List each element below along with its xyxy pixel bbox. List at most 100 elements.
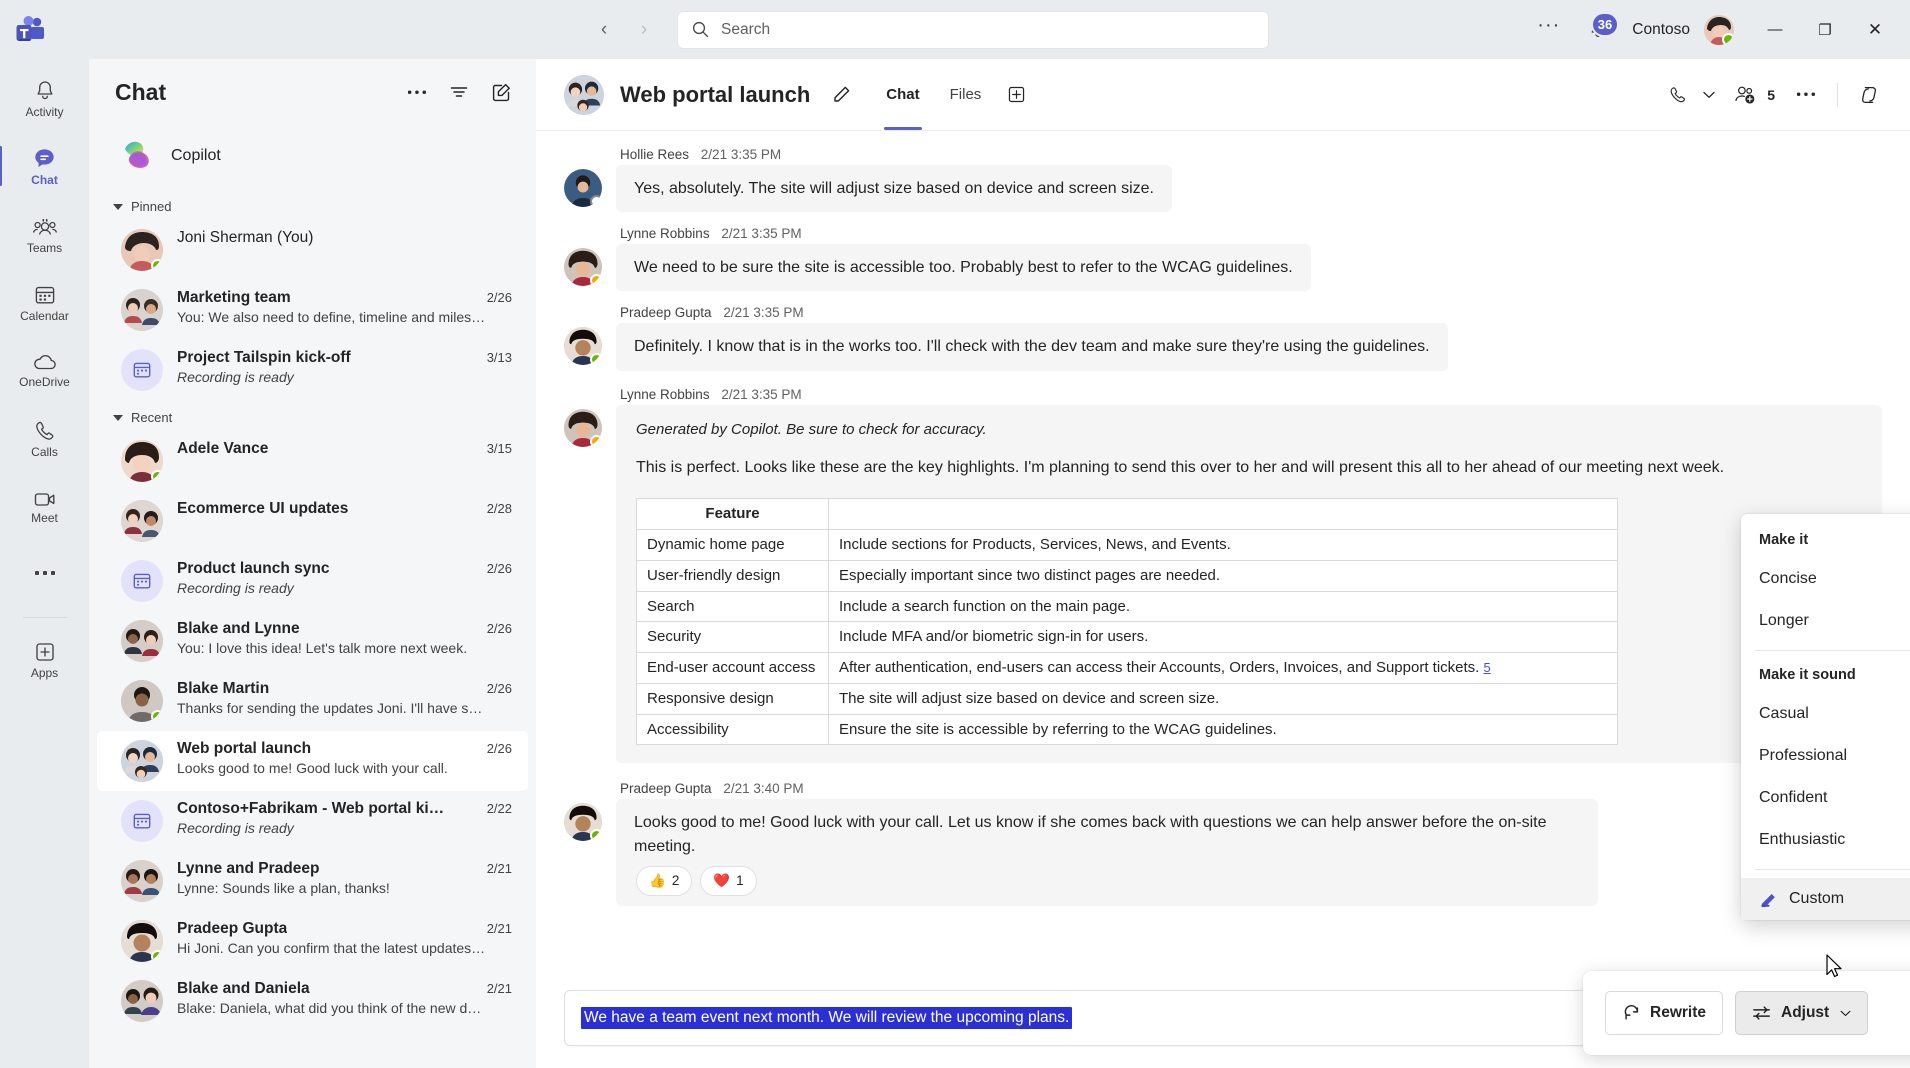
chat-list-item[interactable]: Contoso+Fabrikam - Web portal ki… 2/22 R… [97, 791, 528, 851]
message-bubble[interactable]: Yes, absolutely. The site will adjust si… [616, 165, 1172, 213]
presence-offline-icon [590, 195, 602, 207]
sidebar-item-chat[interactable]: Chat [0, 135, 81, 197]
menu-item-enthusiastic[interactable]: Enthusiastic [1741, 819, 1910, 861]
divider [1837, 82, 1838, 107]
sidebar-item-label: Calendar [20, 308, 69, 323]
bell-icon [37, 80, 52, 99]
back-button[interactable]: ‹ [589, 15, 619, 45]
message-list[interactable]: Hollie Rees 2/21 3:35 PM Yes, absolutely… [536, 131, 1910, 980]
reaction-count: 2 [671, 872, 680, 888]
more-options-icon[interactable] [400, 75, 434, 109]
message-bubble[interactable]: Definitely. I know that is in the works … [616, 323, 1448, 371]
forward-button[interactable]: › [629, 15, 659, 45]
chat-list-header: Chat [89, 59, 536, 125]
menu-item-professional[interactable]: Professional [1741, 735, 1910, 777]
add-people-icon[interactable] [1731, 78, 1761, 112]
copilot-icon[interactable] [1852, 78, 1886, 112]
table-cell: Accessibility [636, 713, 829, 746]
edit-pen-icon [1761, 894, 1775, 908]
chat-list-item-name: Blake and Lynne [177, 620, 300, 637]
tab-chat[interactable]: Chat [874, 59, 931, 130]
message-bubble[interactable]: Looks good to me! Good luck with your ca… [616, 799, 1598, 906]
pencil-icon[interactable] [824, 78, 858, 112]
reaction-thumbsup[interactable]: 👍 2 [636, 865, 693, 896]
sidebar-item-activity[interactable]: Activity [9, 67, 81, 129]
chat-list-item-name: Joni Sherman (You) [177, 229, 314, 246]
message-meta: Pradeep Gupta 2/21 3:40 PM [616, 781, 1882, 796]
sidebar-item-calls[interactable]: Calls [9, 407, 81, 469]
group-header-pinned[interactable]: Pinned [89, 189, 536, 220]
chat-list-item-body: Ecommerce UI updates 2/28 [177, 500, 512, 518]
chat-list-item[interactable]: Pradeep Gupta 2/21 Hi Joni. Can you conf… [97, 911, 528, 971]
menu-item-casual[interactable]: Casual [1741, 693, 1910, 735]
table-row: End-user account access After authentica… [636, 652, 1618, 684]
chat-list-item[interactable]: Ecommerce UI updates 2/28 [97, 491, 528, 551]
calendar-glyph [133, 362, 151, 378]
chat-list-item[interactable]: Marketing team 2/26 You: We also need to… [97, 280, 528, 340]
meeting-icon [121, 560, 163, 602]
add-tab-icon[interactable] [999, 78, 1033, 112]
chat-list-item-name: Web portal launch [177, 740, 312, 757]
sidebar-item-onedrive[interactable]: OneDrive [9, 339, 81, 401]
chat-list-scroll[interactable]: Copilot Pinned Joni Sherman (You) Market… [89, 125, 536, 1068]
chat-list-item-web-portal-launch[interactable]: Web portal launch 2/26 Looks good to me!… [97, 731, 528, 791]
adjust-button[interactable]: Adjust [1735, 991, 1869, 1035]
titlebar-overflow-button[interactable]: ··· [1523, 14, 1574, 45]
message-reactions: 👍 2 ❤️ 1 [634, 865, 1580, 896]
filter-icon[interactable] [442, 75, 476, 109]
table-cell: Search [636, 590, 829, 623]
chat-list-item[interactable]: Blake and Lynne 2/26 You: I love this id… [97, 611, 528, 671]
notifications-button[interactable]: 36 [1578, 10, 1620, 50]
sidebar-item-label: Teams [26, 240, 63, 255]
chevron-down-icon[interactable] [1699, 78, 1719, 112]
sidebar-item-teams[interactable]: Teams [9, 203, 81, 265]
user-avatar[interactable] [1704, 14, 1734, 45]
message: Lynne Robbins 2/21 3:35 PM We need to be… [564, 226, 1882, 292]
menu-item-concise[interactable]: Concise [1741, 558, 1910, 600]
message-time: 2/21 3:35 PM [721, 386, 802, 402]
compose-chat-icon[interactable] [484, 75, 518, 109]
menu-item-custom[interactable]: Custom [1741, 878, 1910, 920]
chat-list-item-line: Contoso+Fabrikam - Web portal ki… 2/22 [177, 800, 512, 818]
reaction-heart[interactable]: ❤️ 1 [700, 865, 757, 896]
chat-list-item[interactable]: Blake Martin 2/26 Thanks for sending the… [97, 671, 528, 731]
chat-list-item-name: Project Tailspin kick-off [177, 349, 351, 366]
citation-link[interactable]: 5 [1484, 660, 1491, 675]
tab-files[interactable]: Files [938, 59, 994, 130]
menu-item-confident[interactable]: Confident [1741, 777, 1910, 819]
rewrite-button[interactable]: Rewrite [1605, 991, 1723, 1035]
maximize-button[interactable]: ❐ [1802, 13, 1848, 47]
chat-list-item[interactable]: Project Tailspin kick-off 3/13 Recording… [97, 340, 528, 400]
chat-list-item-body: Project Tailspin kick-off 3/13 Recording… [177, 349, 512, 385]
compose-text-selected[interactable]: We have a team event next month. We will… [581, 1007, 1073, 1029]
group-header-recent[interactable]: Recent [89, 400, 536, 431]
chat-list-item[interactable]: Lynne and Pradeep 2/21 Lynne: Sounds lik… [97, 851, 528, 911]
chat-list-item-date: 2/21 [486, 981, 512, 996]
chat-list-item[interactable]: Blake and Daniela 2/21 Blake: Daniela, w… [97, 971, 528, 1031]
call-button[interactable] [1661, 78, 1695, 112]
reaction-emoji: 👍 [649, 872, 666, 888]
menu-item-longer[interactable]: Longer [1741, 600, 1910, 642]
message-bubble[interactable]: We need to be sure the site is accessibl… [616, 244, 1311, 292]
sidebar-item-apps[interactable]: Apps [9, 628, 81, 690]
close-window-button[interactable]: ✕ [1852, 13, 1898, 47]
chat-list-item[interactable]: Joni Sherman (You) [97, 220, 528, 280]
chat-list-item[interactable]: Product launch sync 2/26 Recording is re… [97, 551, 528, 611]
presence-available-icon [151, 259, 163, 271]
message: Pradeep Gupta 2/21 3:35 PM Definitely. I… [564, 305, 1882, 371]
mouse-cursor [1826, 954, 1844, 985]
avatar [121, 229, 163, 271]
group-label: Recent [131, 410, 173, 425]
message-bubble[interactable]: Generated by Copilot. Be sure to check f… [616, 404, 1882, 764]
search-input[interactable]: Search [677, 10, 1269, 49]
cloud-icon [33, 354, 56, 369]
sidebar-item-more[interactable] [9, 543, 81, 605]
sidebar-item-calendar[interactable]: Calendar [9, 271, 81, 333]
nav-arrows: ‹ › [589, 15, 659, 45]
sidebar-item-meet[interactable]: Meet [9, 475, 81, 537]
copilot-disclaimer: Generated by Copilot. Be sure to check f… [636, 420, 987, 438]
minimize-button[interactable]: — [1752, 13, 1798, 47]
more-options-icon[interactable] [1789, 78, 1823, 112]
chat-list-item[interactable]: Adele Vance 3/15 [97, 431, 528, 491]
chat-list-item-copilot[interactable]: Copilot [97, 129, 528, 183]
